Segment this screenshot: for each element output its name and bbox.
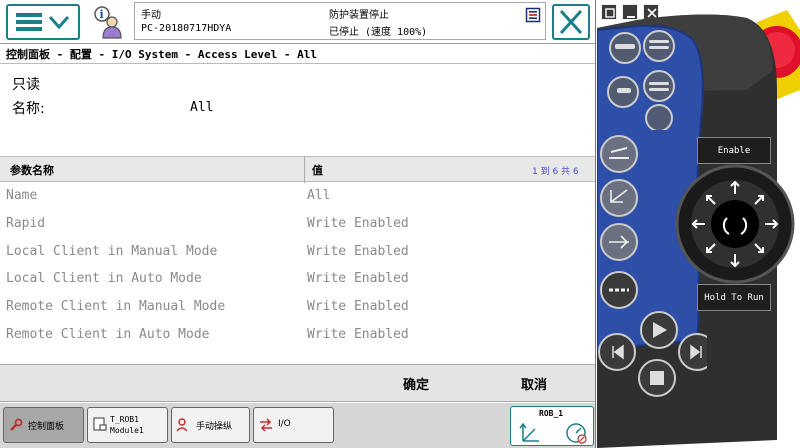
controller-name: PC-20180717HDYA xyxy=(141,23,232,34)
operating-mode: 手动 xyxy=(141,10,161,21)
table-row[interactable]: Name All xyxy=(0,182,595,210)
table-row[interactable]: Local Client in Auto Mode Write Enabled xyxy=(0,265,595,293)
column-header-value: 值 xyxy=(312,164,323,177)
table-header: 参数名称 值 1 到 6 共 6 xyxy=(0,156,595,183)
pendant-hardware: Enable Hold To Run xyxy=(597,0,800,448)
task-label: 控制面板 xyxy=(28,422,65,432)
parameter-value-cell: Write Enabled xyxy=(307,299,409,315)
info-person-icon: i xyxy=(94,6,122,39)
cancel-button[interactable]: 取消 xyxy=(490,365,578,401)
enable-button-label[interactable]: Enable xyxy=(697,137,771,164)
task-io[interactable]: I/O xyxy=(253,407,334,443)
parameter-name-cell: Remote Client in Auto Mode xyxy=(6,326,210,342)
divider xyxy=(0,63,595,64)
task-label: I/O xyxy=(278,419,291,429)
page-counter: 1 到 6 共 6 xyxy=(532,167,579,177)
program-execution-keys[interactable] xyxy=(597,310,707,420)
parameter-name-cell: Name xyxy=(6,188,38,203)
task-label: Module1 xyxy=(110,426,144,435)
parameter-value-cell: Write Enabled xyxy=(307,215,409,231)
status-bar: i 手动 PC-20180717HDYA 防护装置停止 已停止 (速度 100%… xyxy=(0,0,595,44)
status-document-icon xyxy=(525,7,541,23)
program-editor-icon xyxy=(93,417,107,431)
taskbar: 控制面板 T_ROB1 Module1 手动操纵 I/O xyxy=(0,403,595,448)
joystick[interactable] xyxy=(649,160,799,290)
mode-keys-cluster[interactable] xyxy=(597,134,647,314)
task-label: 手动操纵 xyxy=(196,422,233,432)
io-icon xyxy=(260,418,272,432)
parameter-value-cell: All xyxy=(307,188,331,203)
quickset-button[interactable]: ROB_1 xyxy=(510,406,594,446)
svg-text:i: i xyxy=(100,8,104,21)
flexpendant-screen: i 手动 PC-20180717HDYA 防护装置停止 已停止 (速度 100%… xyxy=(0,0,596,448)
parameter-value-cell: Write Enabled xyxy=(307,271,409,287)
hold-to-run-label[interactable]: Hold To Run xyxy=(697,284,771,311)
wrench-icon xyxy=(10,418,23,431)
table-row[interactable]: Remote Client in Manual Mode Write Enabl… xyxy=(0,293,595,321)
breadcrumb: 控制面板 - 配置 - I/O System - Access Level - … xyxy=(6,48,318,61)
ok-button[interactable]: 确定 xyxy=(372,365,460,401)
table-row[interactable]: Local Client in Manual Mode Write Enable… xyxy=(0,238,595,266)
parameter-value-cell: Write Enabled xyxy=(307,243,409,259)
table-row[interactable]: Remote Client in Auto Mode Write Enabled xyxy=(0,321,595,349)
readonly-label: 只读 xyxy=(12,77,40,93)
task-program-module[interactable]: T_ROB1 Module1 xyxy=(87,407,168,443)
task-label: T_ROB1 xyxy=(110,415,139,424)
axes-icon xyxy=(519,422,539,442)
hamburger-chevron-icon xyxy=(16,13,70,31)
parameter-value-cell: Write Enabled xyxy=(307,326,409,342)
task-jogging[interactable]: 手动操纵 xyxy=(171,407,250,443)
name-label: 名称: xyxy=(12,101,45,117)
column-divider xyxy=(304,157,305,183)
command-bar: 确定 取消 xyxy=(0,364,595,402)
abb-menu-button[interactable] xyxy=(6,4,80,40)
run-status: 已停止 (速度 100%) xyxy=(329,27,428,38)
parameter-name-cell: Local Client in Auto Mode xyxy=(6,271,202,287)
custom-keys-cluster[interactable] xyxy=(597,30,703,130)
close-x-icon xyxy=(559,9,583,35)
parameter-name-cell: Local Client in Manual Mode xyxy=(6,243,218,259)
parameter-name-cell: Remote Client in Manual Mode xyxy=(6,299,226,315)
jogging-icon xyxy=(176,418,188,432)
status-panel[interactable]: 手动 PC-20180717HDYA 防护装置停止 已停止 (速度 100%) xyxy=(134,2,546,40)
close-button[interactable] xyxy=(552,4,590,40)
event-log-button[interactable]: i xyxy=(90,4,126,40)
column-header-parameter-name: 参数名称 xyxy=(10,164,54,177)
parameter-name-cell: Rapid xyxy=(6,215,46,231)
table-row[interactable]: Rapid Write Enabled xyxy=(0,210,595,238)
task-control-panel[interactable]: 控制面板 xyxy=(3,407,84,443)
speed-dial-icon xyxy=(566,423,587,444)
name-value: All xyxy=(190,100,214,115)
guard-status: 防护装置停止 xyxy=(329,10,389,21)
quickset-mechanical-unit: ROB_1 xyxy=(539,409,564,418)
parameter-table: Name All Rapid Write Enabled Local Clien… xyxy=(0,182,595,349)
